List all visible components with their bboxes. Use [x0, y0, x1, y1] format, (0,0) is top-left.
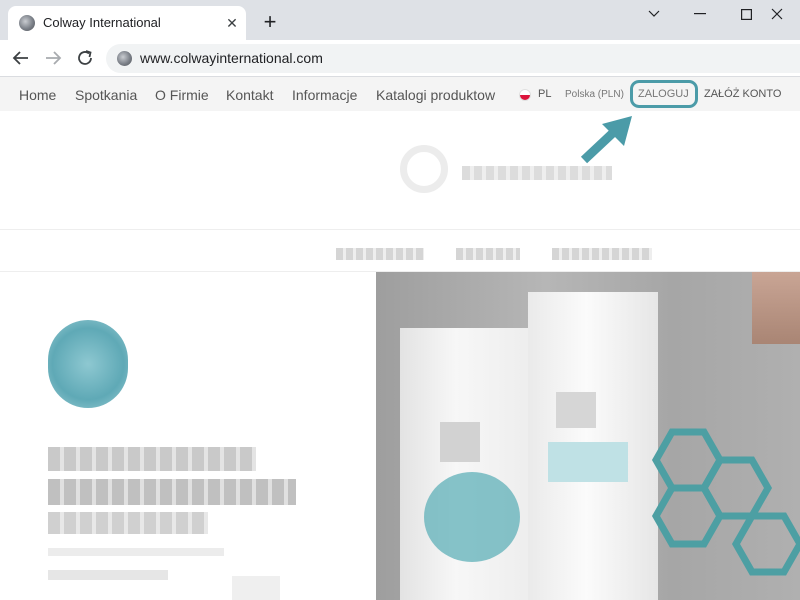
blurred-text-line [48, 548, 224, 556]
blurred-menu-item[interactable] [456, 248, 520, 260]
nav-link-home[interactable]: Home [19, 87, 56, 103]
login-highlight-ring [630, 80, 698, 108]
site-logo-wordmark [462, 166, 612, 180]
blurred-menu-item[interactable] [552, 248, 652, 260]
nav-link-spotkania[interactable]: Spotkania [75, 87, 137, 103]
url-text[interactable]: www.colwayinternational.com [140, 50, 323, 66]
browser-toolbar: www.colwayinternational.com [0, 40, 800, 76]
currency-selector[interactable]: Polska (PLN) [565, 89, 624, 100]
close-icon[interactable] [754, 0, 800, 28]
nav-link-o-firmie[interactable]: O Firmie [155, 87, 209, 103]
globe-icon [19, 15, 35, 31]
molecule-pattern-icon [651, 428, 800, 576]
tab-title: Colway International [43, 15, 161, 30]
nav-link-kontakt[interactable]: Kontakt [226, 87, 273, 103]
new-tab-button[interactable]: + [258, 11, 282, 35]
poland-flag-icon[interactable] [520, 90, 530, 100]
pointer-arrow-icon [580, 116, 632, 164]
blurred-heading-line [48, 447, 256, 471]
browser-tab[interactable]: Colway International ✕ [8, 6, 246, 40]
browser-tab-bar: Colway International ✕ + [0, 0, 800, 40]
blurred-text-line [48, 570, 168, 580]
nav-link-katalogi[interactable]: Katalogi produktow [376, 87, 495, 103]
hero-product-image [376, 272, 800, 600]
forward-arrow-icon[interactable] [40, 46, 66, 70]
reload-icon[interactable] [72, 46, 98, 70]
section-divider [0, 229, 800, 230]
tab-close-icon[interactable]: ✕ [222, 13, 242, 33]
register-link[interactable]: ZAŁÓŻ KONTO [704, 88, 781, 100]
blurred-button[interactable] [232, 576, 280, 600]
chevron-down-icon[interactable] [631, 0, 677, 28]
site-logo-icon[interactable] [400, 145, 448, 193]
address-bar[interactable]: www.colwayinternational.com [106, 44, 800, 73]
blurred-menu-item[interactable] [336, 248, 424, 260]
minimize-icon[interactable] [677, 0, 723, 28]
language-selector[interactable]: PL [538, 88, 551, 100]
blurred-heading-line [48, 512, 208, 534]
blurred-heading-line [48, 479, 296, 505]
nav-link-informacje[interactable]: Informacje [292, 87, 357, 103]
globe-icon[interactable] [117, 51, 132, 66]
brand-badge-icon [48, 320, 128, 408]
back-arrow-icon[interactable] [8, 46, 34, 70]
